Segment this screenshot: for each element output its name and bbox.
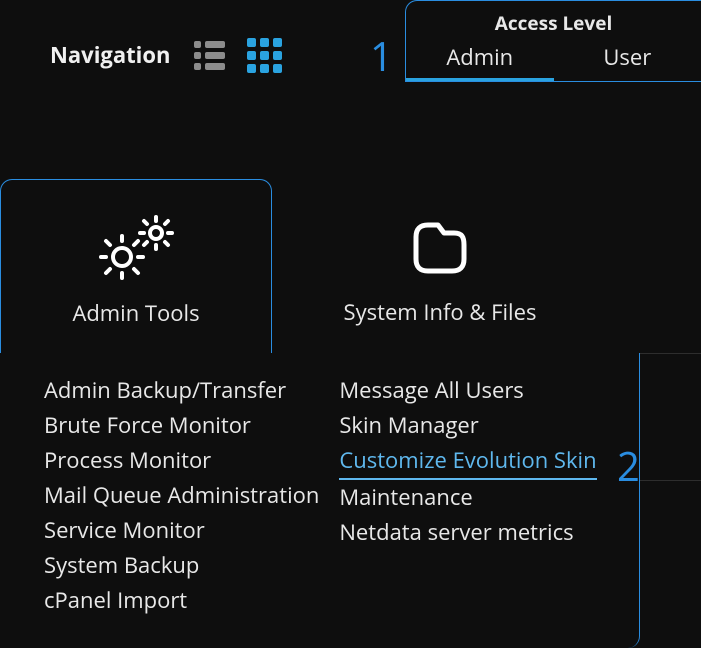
access-level-title: Access Level [406,10,701,36]
menu-link[interactable]: Admin Backup/Transfer [44,373,319,408]
menu-link[interactable]: Process Monitor [44,443,319,478]
access-level-tabs: Admin User [406,37,701,81]
folder-icon [300,207,580,287]
view-toggle [194,38,282,73]
annotation-step-2: 2 [617,438,640,493]
menu-link[interactable]: Maintenance [339,480,596,515]
menu-link[interactable]: Mail Queue Administration [44,478,319,513]
extra-icon [640,207,701,287]
card-title: Admin Tools [1,298,271,328]
category-cards: Admin Tools System Info & Files Ex [0,179,701,354]
menu-link[interactable]: Message All Users [339,373,596,408]
link-column-2: Message All UsersSkin ManagerCustomize E… [339,373,596,618]
tab-user[interactable]: User [554,37,701,81]
menu-link[interactable]: Brute Force Monitor [44,408,319,443]
grid-view-icon[interactable] [247,38,282,73]
gears-icon [1,208,271,288]
card-title: Ex [640,297,701,327]
menu-link[interactable]: Skin Manager [339,408,596,443]
navigation-label: Navigation [50,40,170,70]
card-extra[interactable]: Ex [640,179,701,354]
menu-link[interactable]: Service Monitor [44,513,319,548]
menu-link[interactable]: Customize Evolution Skin [339,443,596,480]
tab-admin[interactable]: Admin [406,37,554,81]
link-column-1: Admin Backup/TransferBrute Force Monitor… [44,373,319,618]
menu-link[interactable]: System Backup [44,548,319,583]
menu-link[interactable]: cPanel Import [44,583,319,618]
admin-tools-dropdown: Admin Backup/TransferBrute Force Monitor… [0,353,640,648]
divider-line [640,480,701,481]
card-system-info[interactable]: System Info & Files [300,179,580,354]
access-level-group: Access Level Admin User [405,0,701,82]
annotation-step-1: 1 [370,28,393,83]
menu-link[interactable]: Netdata server metrics [339,515,596,550]
card-admin-tools[interactable]: Admin Tools [0,179,272,354]
card-title: System Info & Files [300,297,580,327]
list-view-icon[interactable] [194,41,225,70]
